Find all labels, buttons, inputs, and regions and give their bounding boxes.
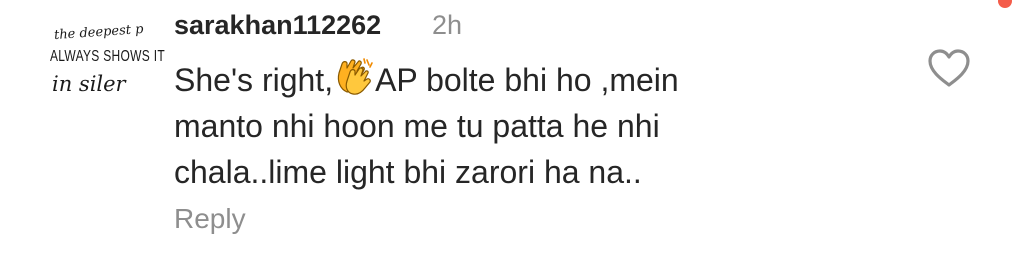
avatar-text-line-1: the deepest p <box>53 21 144 44</box>
comment-item: the deepest p ALWAYS SHOWS IT in siler s… <box>0 0 1024 254</box>
comment-username[interactable]: sarakhan112262 <box>174 8 381 42</box>
comment-text-line-1-end: AP bolte bhi ho ,mein <box>375 62 679 98</box>
comment-text-line-1: She's right, AP bolte bhi ho ,mein <box>174 57 874 103</box>
notification-dot <box>998 0 1012 8</box>
reply-button[interactable]: Reply <box>174 202 246 236</box>
heart-outline-icon[interactable] <box>926 48 972 88</box>
avatar-text-line-3: in siler <box>52 72 126 96</box>
comment-text: She's right, AP bolte bhi ho ,mein manto… <box>174 57 874 195</box>
comment-text-line-2: manto nhi hoon me tu patta he nhi <box>174 108 660 144</box>
comment-text-line-3: chala..lime light bhi zarori ha na.. <box>174 154 642 190</box>
avatar-text-line-2: ALWAYS SHOWS IT <box>50 46 165 66</box>
clapping-hands-icon <box>337 58 373 95</box>
avatar[interactable]: the deepest p ALWAYS SHOWS IT in siler <box>44 21 165 106</box>
comment-timestamp: 2h <box>432 10 463 40</box>
comment-text-line-1-start: She's right, <box>174 62 334 98</box>
